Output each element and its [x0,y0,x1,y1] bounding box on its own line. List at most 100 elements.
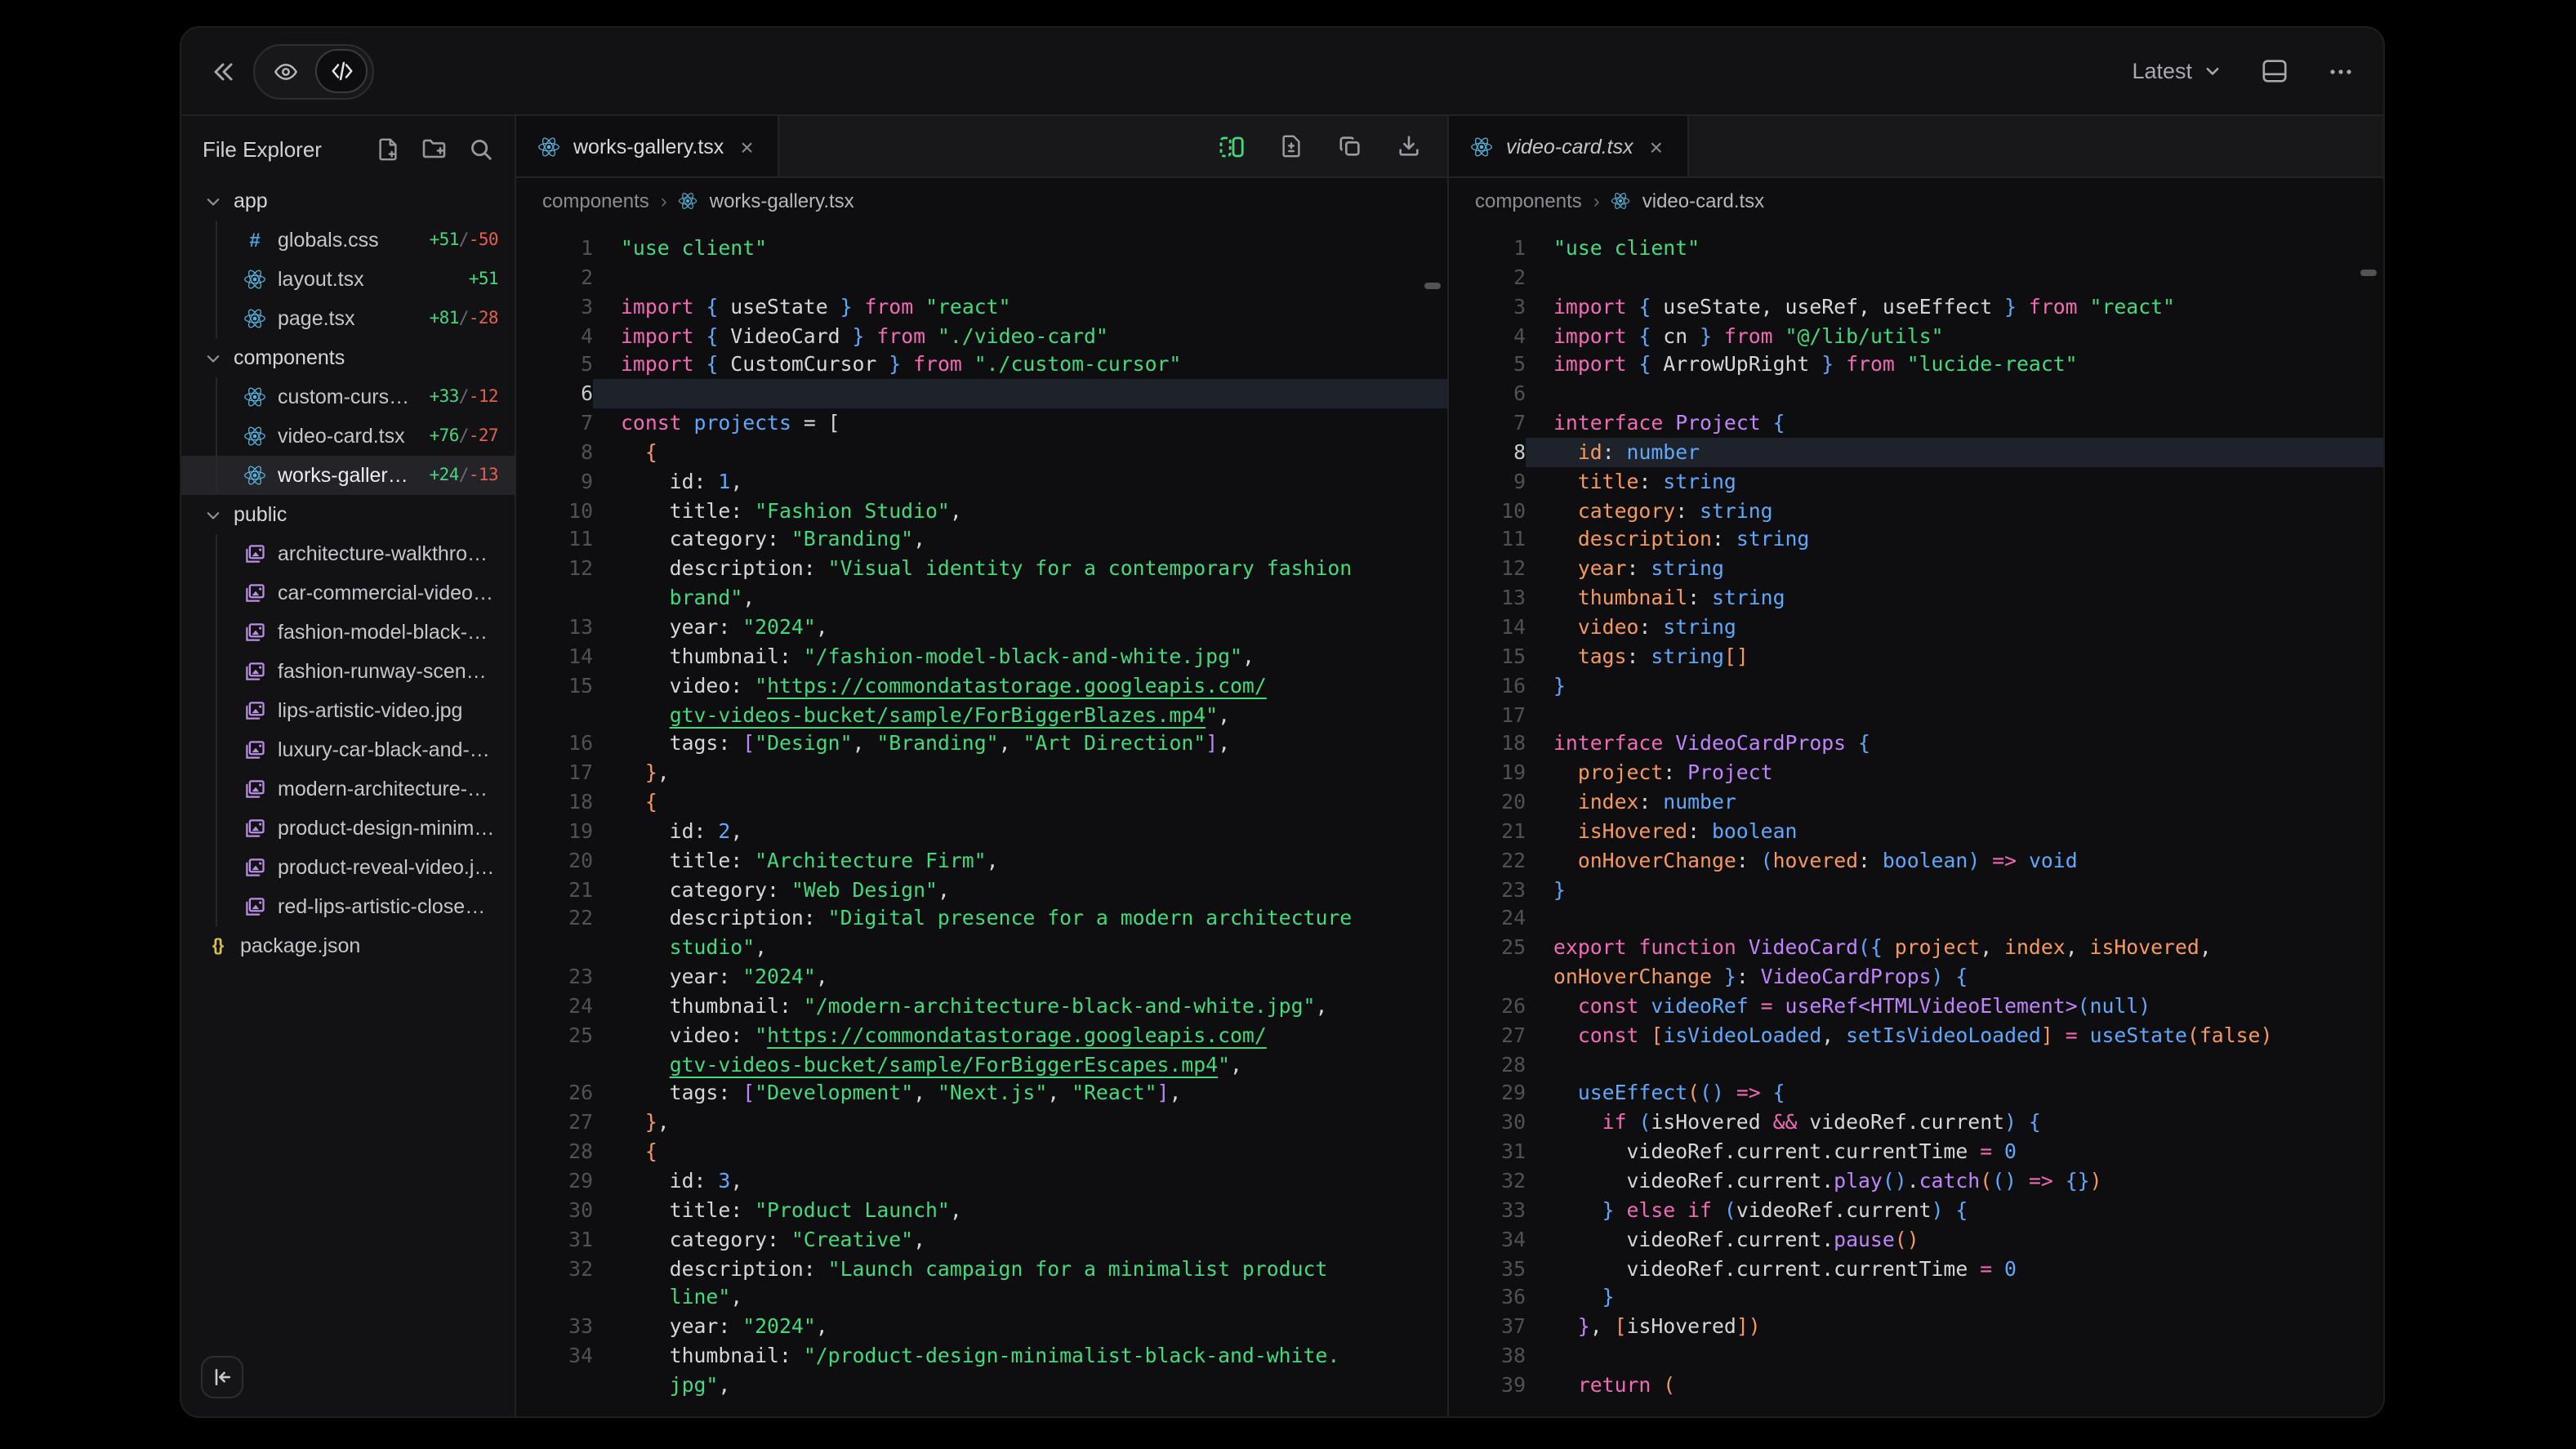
code-line[interactable]: 33 year: "2024", [516,1312,1447,1341]
code-line[interactable]: 26 const videoRef = useRef<HTMLVideoElem… [1449,992,2383,1021]
copy-file-button[interactable] [1338,134,1362,158]
code-line[interactable]: 32 videoRef.current.play().catch(() => {… [1449,1166,2383,1196]
file-row[interactable]: luxury-car-black-and-… [181,730,515,769]
code-editor-video-card[interactable]: 1"use client"23import { useState, useRef… [1449,224,2383,1418]
code-line[interactable]: 5import { CustomCursor } from "./custom-… [516,350,1447,380]
code-line[interactable]: jpg", [516,1371,1447,1400]
code-line[interactable]: 24 thumbnail: "/modern-architecture-blac… [516,992,1447,1021]
file-row[interactable]: architecture-walkthro… [181,534,515,573]
code-line[interactable]: 7const projects = [ [516,408,1447,438]
folder-row-components[interactable]: components [181,338,515,377]
code-editor-works-gallery[interactable]: 1"use client"23import { useState } from … [516,224,1447,1418]
code-line[interactable]: 15 tags: string[] [1449,642,2383,671]
code-line[interactable]: 20 index: number [1449,787,2383,817]
code-line[interactable]: 16 tags: ["Design", "Branding", "Art Dir… [516,729,1447,759]
file-row[interactable]: car-commercial-video… [181,573,515,613]
file-row[interactable]: page.tsx+81/-28 [181,299,515,338]
file-row[interactable]: product-reveal-video.j… [181,848,515,887]
file-diff-button[interactable] [1279,134,1304,158]
code-line[interactable]: 6 [516,379,1447,408]
code-line[interactable]: 31 category: "Creative", [516,1224,1447,1254]
code-line[interactable]: 25export function VideoCard({ project, i… [1449,934,2383,963]
code-line[interactable]: 36 } [1449,1283,2383,1313]
code-line[interactable]: onHoverChange }: VideoCardProps) { [1449,962,2383,992]
code-line[interactable]: 22 onHoverChange: (hovered: boolean) => … [1449,845,2383,875]
code-line[interactable]: 38 [1449,1341,2383,1371]
code-line[interactable]: 23 year: "2024", [516,962,1447,992]
new-folder-button[interactable] [421,136,448,162]
tab-works-gallery[interactable]: works-gallery.tsx × [516,116,780,176]
split-view-button[interactable] [1219,133,1245,159]
code-line[interactable]: 10 category: string [1449,496,2383,525]
code-line[interactable]: 30 if (isHovered && videoRef.current) { [1449,1108,2383,1138]
code-line[interactable]: gtv-videos-bucket/sample/ForBiggerEscape… [516,1050,1447,1079]
code-line[interactable]: 14 video: string [1449,613,2383,642]
code-line[interactable]: 29 useEffect(() => { [1449,1079,2383,1108]
collapse-chat-button[interactable] [211,58,237,84]
code-line[interactable]: 29 id: 3, [516,1166,1447,1196]
code-line[interactable]: 21 category: "Web Design", [516,875,1447,904]
code-line[interactable]: 34 videoRef.current.pause() [1449,1224,2383,1254]
file-row[interactable]: {}package.json [181,926,515,965]
code-line[interactable]: 16} [1449,671,2383,700]
file-row[interactable]: custom-curs…+33/-12 [181,377,515,417]
search-files-button[interactable] [469,136,493,162]
code-line[interactable]: 24 [1449,904,2383,934]
new-file-button[interactable] [376,136,400,162]
code-line[interactable]: 34 thumbnail: "/product-design-minimalis… [516,1341,1447,1371]
file-row[interactable]: fashion-runway-scen… [181,652,515,691]
download-file-button[interactable] [1397,134,1421,158]
close-tab-button[interactable]: × [1647,132,1666,161]
code-line[interactable]: 5import { ArrowUpRight } from "lucide-re… [1449,350,2383,380]
code-line[interactable]: line", [516,1283,1447,1313]
code-line[interactable]: 20 title: "Architecture Firm", [516,845,1447,875]
tab-video-card[interactable]: video-card.tsx × [1449,116,1689,176]
code-line[interactable]: brand", [516,583,1447,613]
code-line[interactable]: 14 thumbnail: "/fashion-model-black-and-… [516,642,1447,671]
code-toggle-button[interactable] [315,49,368,93]
code-line[interactable]: 31 videoRef.current.currentTime = 0 [1449,1137,2383,1166]
code-line[interactable]: 3import { useState, useRef, useEffect } … [1449,292,2383,321]
code-line[interactable]: 4import { cn } from "@/lib/utils" [1449,321,2383,350]
file-row[interactable]: modern-architecture-… [181,769,515,809]
file-row[interactable]: #globals.css+51/-50 [181,221,515,260]
code-line[interactable]: 10 title: "Fashion Studio", [516,496,1447,525]
code-line[interactable]: 1"use client" [516,234,1447,263]
code-line[interactable]: 25 video: "https://commondatastorage.goo… [516,1021,1447,1050]
code-line[interactable]: studio", [516,934,1447,963]
version-selector[interactable]: Latest [2132,59,2222,83]
file-row[interactable]: product-design-minim… [181,809,515,848]
file-row[interactable]: lips-artistic-video.jpg [181,691,515,730]
code-line[interactable]: 4import { VideoCard } from "./video-card… [516,321,1447,350]
code-line[interactable]: gtv-videos-bucket/sample/ForBiggerBlazes… [516,700,1447,729]
code-line[interactable]: 21 isHovered: boolean [1449,817,2383,846]
code-line[interactable]: 37 }, [isHovered]) [1449,1312,2383,1341]
breadcrumb-folder[interactable]: components [542,189,649,212]
scrollbar-thumb[interactable] [1424,283,1441,289]
preview-toggle-button[interactable] [260,49,312,93]
code-line[interactable]: 3import { useState } from "react" [516,292,1447,321]
file-row[interactable]: works-galler…+24/-13 [181,456,515,495]
code-line[interactable]: 28 { [516,1137,1447,1166]
code-line[interactable]: 13 year: "2024", [516,613,1447,642]
code-line[interactable]: 28 [1449,1050,2383,1079]
scrollbar-thumb[interactable] [2360,270,2377,276]
breadcrumb-folder[interactable]: components [1475,189,1582,212]
folder-row-public[interactable]: public [181,495,515,534]
code-line[interactable]: 6 [1449,379,2383,408]
code-line[interactable]: 12 description: "Visual identity for a c… [516,555,1447,584]
folder-row-app[interactable]: app [181,181,515,221]
code-line[interactable]: 18interface VideoCardProps { [1449,729,2383,759]
code-line[interactable]: 12 year: string [1449,555,2383,584]
file-row[interactable]: red-lips-artistic-close… [181,887,515,926]
close-tab-button[interactable]: × [737,132,756,161]
code-line[interactable]: 13 thumbnail: string [1449,583,2383,613]
code-line[interactable]: 15 video: "https://commondatastorage.goo… [516,671,1447,700]
code-line[interactable]: 22 description: "Digital presence for a … [516,904,1447,934]
code-line[interactable]: 30 title: "Product Launch", [516,1196,1447,1225]
code-line[interactable]: 2 [1449,263,2383,292]
code-line[interactable]: 23} [1449,875,2383,904]
code-line[interactable]: 27 const [isVideoLoaded, setIsVideoLoade… [1449,1021,2383,1050]
file-row[interactable]: fashion-model-black-… [181,613,515,652]
code-line[interactable]: 1"use client" [1449,234,2383,263]
